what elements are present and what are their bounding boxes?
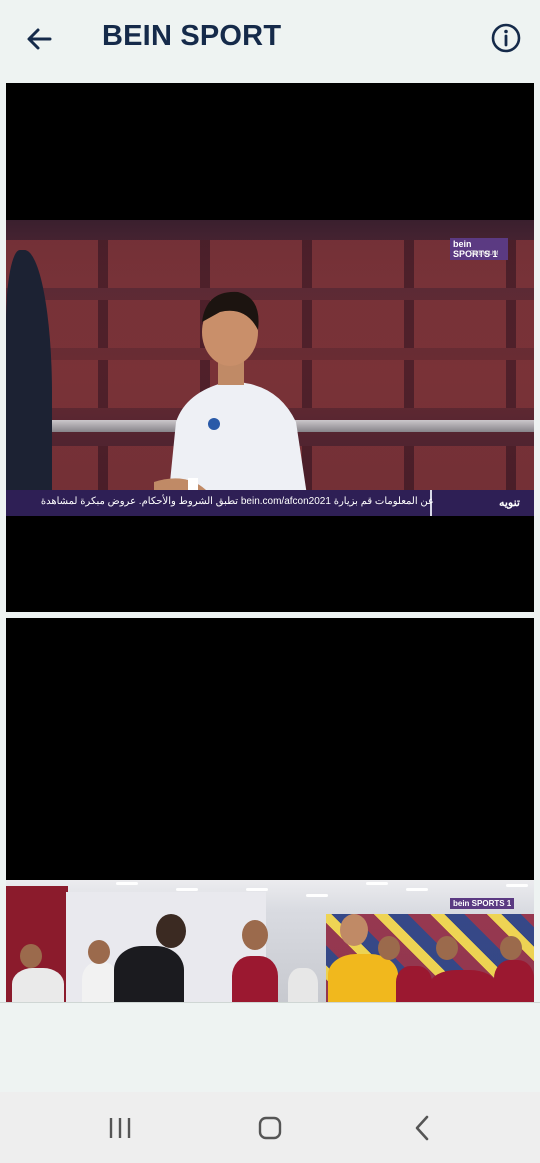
recent-apps-icon xyxy=(109,1118,131,1138)
video-frame-2: bein SPORTS 1 xyxy=(6,880,534,1002)
home-button[interactable] xyxy=(250,1108,290,1148)
back-chevron-icon xyxy=(415,1115,429,1141)
system-nav-bar xyxy=(0,1092,540,1163)
player-figure xyxy=(494,960,534,1002)
player-head xyxy=(88,940,110,964)
player-head xyxy=(436,936,458,960)
video-player-2[interactable]: bein SPORTS 1 xyxy=(6,618,534,1002)
info-circle-icon xyxy=(491,23,521,53)
recent-apps-button[interactable] xyxy=(100,1108,140,1148)
channel-logo: bein SPORTS 1 PREMIUM xyxy=(450,238,508,260)
app-bar: BEIN SPORT xyxy=(0,0,540,80)
player-figure xyxy=(288,968,318,1002)
news-ticker: تنويه عن المعلومات قم بزيارة bein.com/af… xyxy=(6,490,534,516)
ceiling-light xyxy=(366,882,388,885)
channel-logo: bein SPORTS 1 xyxy=(450,898,515,909)
video-player-1[interactable]: bein SPORTS 1 PREMIUM تنويه عن المعلومات… xyxy=(6,83,534,612)
arrow-left-icon xyxy=(27,28,52,50)
player-figure xyxy=(232,956,278,1002)
referee-head xyxy=(156,914,186,948)
ceiling-light xyxy=(246,888,268,891)
ceiling-light xyxy=(506,884,528,887)
content-empty-area xyxy=(0,1002,540,1093)
player-head xyxy=(340,914,368,946)
back-nav-button[interactable] xyxy=(402,1108,442,1148)
info-button[interactable] xyxy=(490,22,522,54)
ticker-text: عن المعلومات قم بزيارة bein.com/afcon202… xyxy=(40,496,434,507)
ceiling-light xyxy=(116,882,138,885)
ceiling-light xyxy=(176,888,198,891)
player-figure xyxy=(82,962,118,1002)
video-frame-1: bein SPORTS 1 PREMIUM تنويه عن المعلومات… xyxy=(6,220,534,516)
player-figure xyxy=(154,291,311,516)
player-figure xyxy=(430,970,496,1002)
goalkeeper-figure xyxy=(328,954,398,1002)
home-icon xyxy=(258,1116,282,1140)
ticker-label: تنويه xyxy=(498,497,520,509)
ceiling-light xyxy=(306,894,328,897)
ceiling-light xyxy=(406,888,428,891)
player-head xyxy=(20,944,42,968)
player-figure xyxy=(396,966,432,1002)
player-figure xyxy=(12,968,64,1002)
player-head xyxy=(378,936,400,960)
page-title: BEIN SPORT xyxy=(102,20,282,52)
player-head xyxy=(242,920,268,950)
referee-figure xyxy=(114,946,184,1002)
player-head xyxy=(500,936,522,960)
back-button[interactable] xyxy=(22,22,56,56)
